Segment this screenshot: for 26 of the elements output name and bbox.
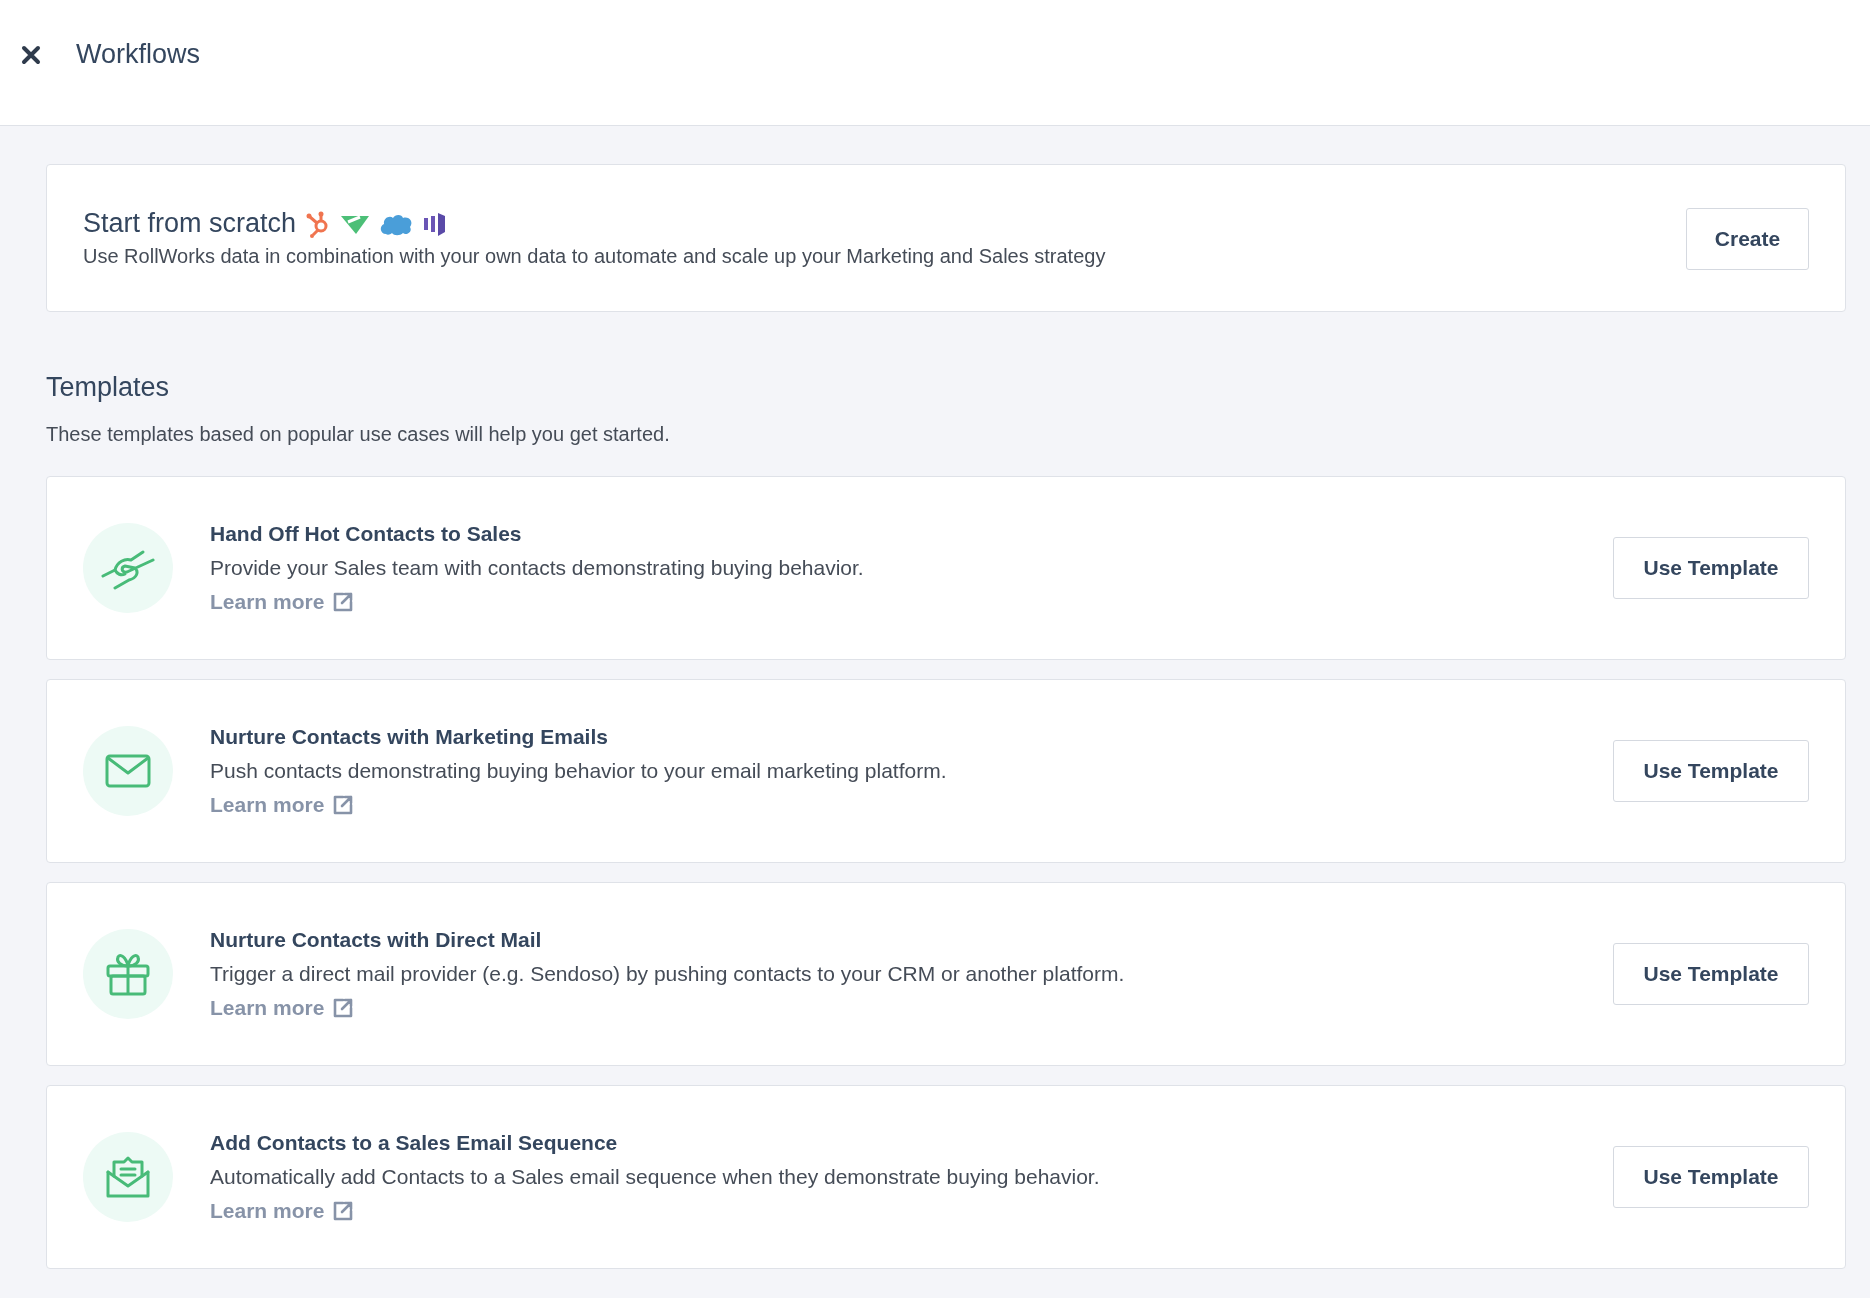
section-description: These templates based on popular use cases will help you get started. xyxy=(46,423,671,446)
external-link-icon[interactable] xyxy=(332,997,355,1019)
external-link-icon[interactable] xyxy=(332,794,355,816)
template-title: Hand Off Hot Contacts to Sales xyxy=(210,522,523,546)
create-button[interactable]: Create xyxy=(1686,208,1809,270)
template-title: Nurture Contacts with Direct Mail xyxy=(210,928,543,952)
use-template-button[interactable]: Use Template xyxy=(1613,943,1809,1005)
external-link-icon[interactable] xyxy=(332,591,355,613)
template-title: Add Contacts to a Sales Email Sequence xyxy=(210,1131,619,1155)
card-title: Start from scratch xyxy=(83,208,297,239)
gift-icon xyxy=(105,952,151,996)
section-heading: Templates xyxy=(46,372,171,403)
use-template-button[interactable]: Use Template xyxy=(1613,537,1809,599)
page-title: Workflows xyxy=(76,39,201,70)
envelope-icon xyxy=(105,754,151,788)
template-title: Nurture Contacts with Marketing Emails xyxy=(210,725,609,749)
external-link-icon[interactable] xyxy=(332,1200,355,1222)
use-template-button[interactable]: Use Template xyxy=(1613,1146,1809,1208)
template-description: Trigger a direct mail provider (e.g. Sendoso) by pushing contacts to your CRM or another platform. xyxy=(210,962,1126,986)
template-description: Push contacts demonstrating buying behavior to your email marketing platform. xyxy=(210,759,948,783)
close-icon[interactable] xyxy=(20,43,42,66)
card-description: Use RollWorks data in combination with your own data to automate and scale up your Marketing and Sales strategy xyxy=(83,245,1106,268)
use-template-button[interactable]: Use Template xyxy=(1613,740,1809,802)
template-description: Automatically add Contacts to a Sales email sequence when they demonstrate buying behavior. xyxy=(210,1165,1101,1189)
template-description: Provide your Sales team with contacts demonstrating buying behavior. xyxy=(210,556,865,580)
open-envelope-icon xyxy=(105,1154,151,1200)
